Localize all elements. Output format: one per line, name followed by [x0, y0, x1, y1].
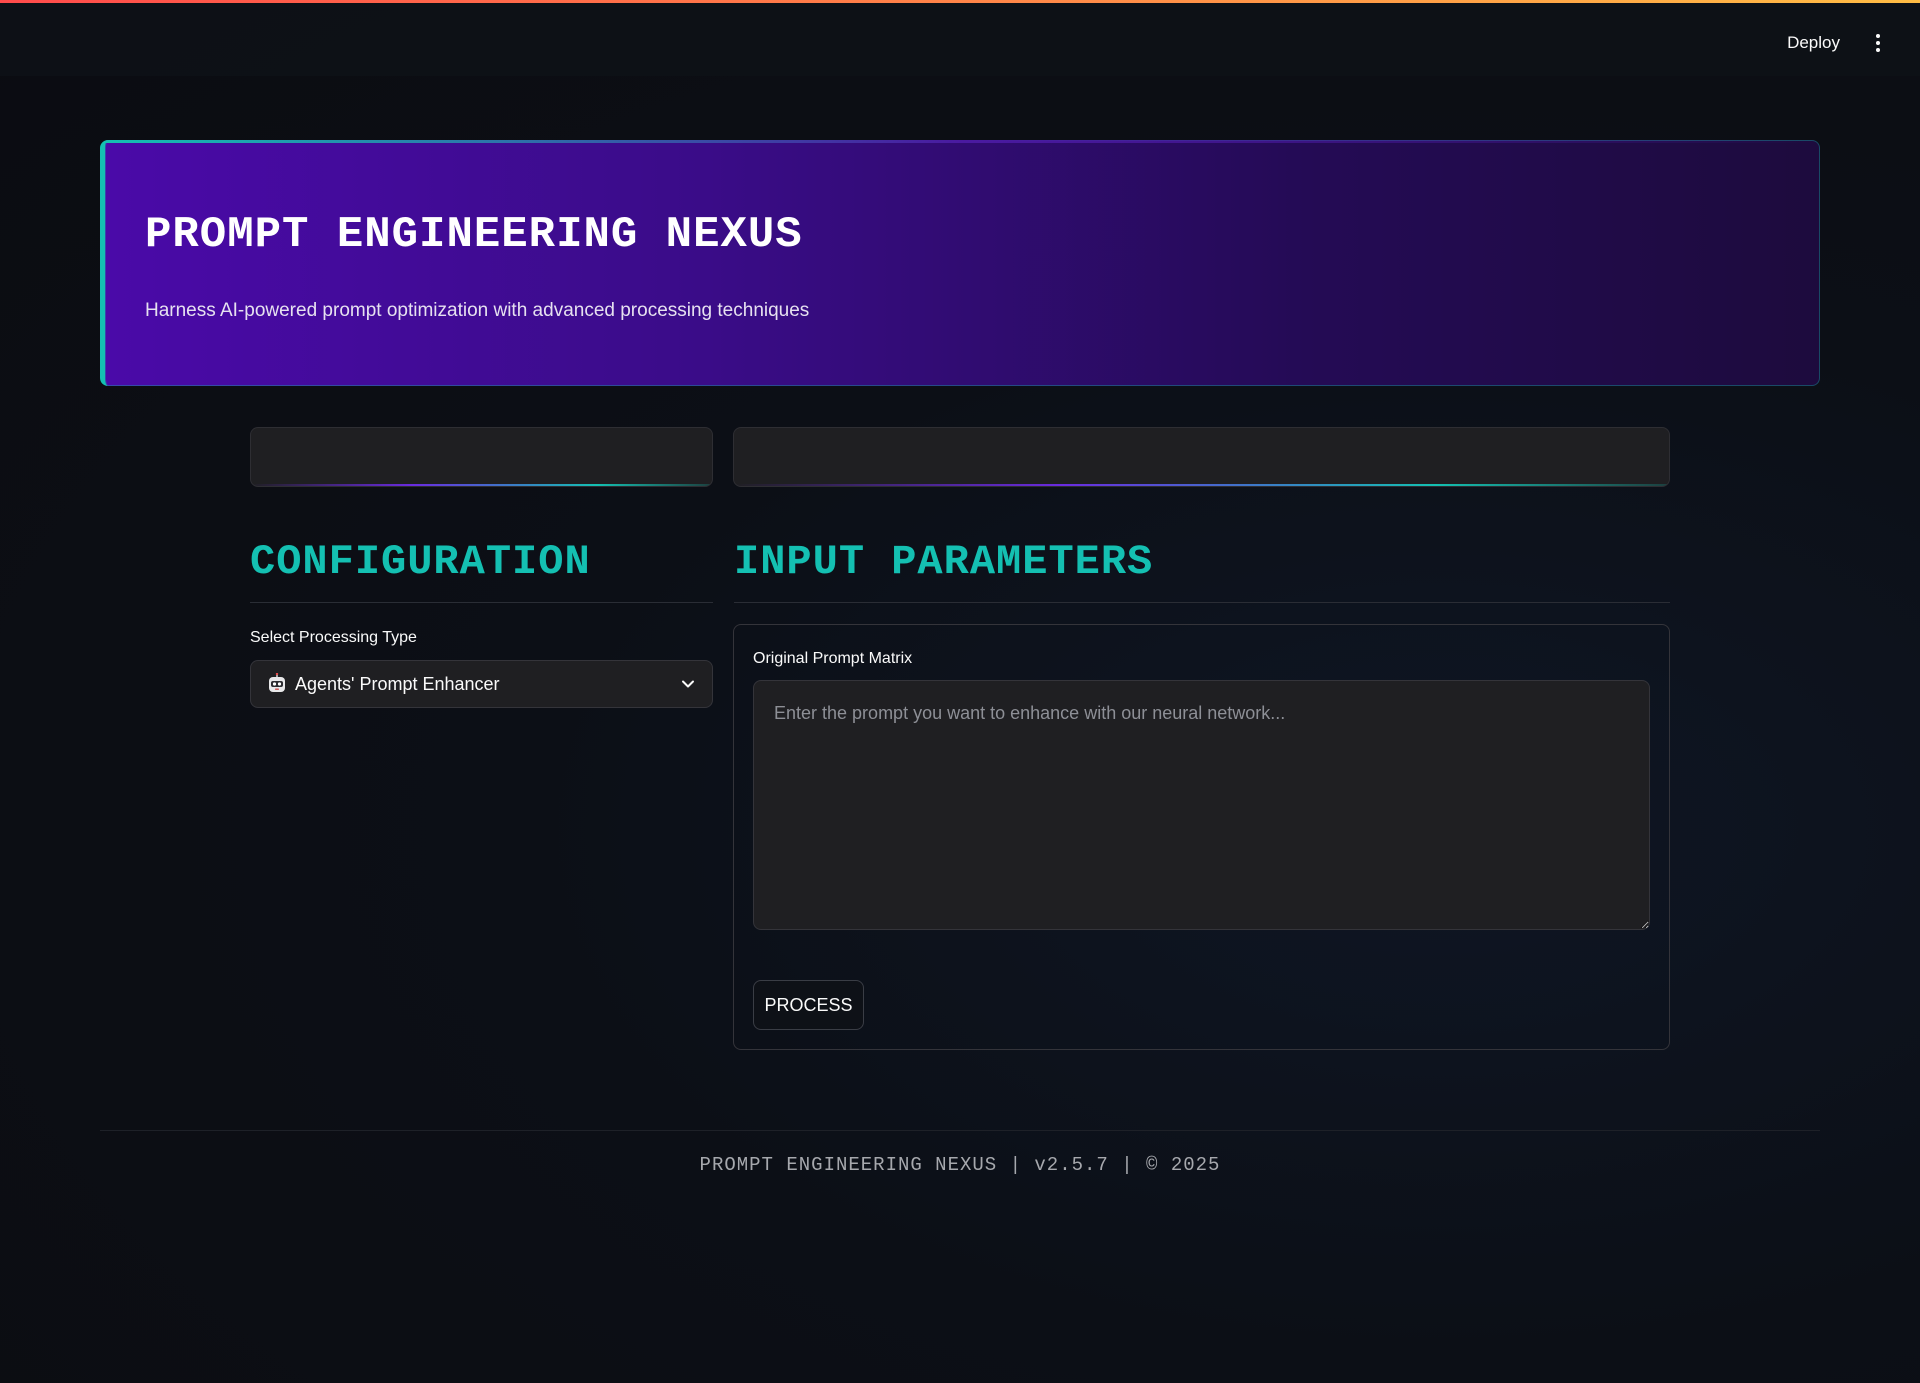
prompt-label: Original Prompt Matrix — [753, 650, 913, 667]
page-title: PROMPT ENGINEERING NEXUS — [145, 210, 803, 260]
status-panel-left — [250, 427, 713, 487]
header-banner: PROMPT ENGINEERING NEXUS Harness AI-powe… — [100, 140, 1820, 386]
prompt-form: Original Prompt Matrix PROCESS — [733, 624, 1670, 1050]
configuration-divider — [250, 602, 713, 603]
app-toolbar: Deploy — [0, 0, 1920, 76]
processing-type-label: Select Processing Type — [250, 629, 417, 646]
input-parameters-divider — [734, 602, 1670, 603]
processing-type-value: Agents' Prompt Enhancer — [295, 674, 500, 694]
robot-face-icon — [269, 673, 285, 692]
processing-type-select[interactable]: Agents' Prompt Enhancer — [250, 660, 713, 708]
deploy-button[interactable]: Deploy — [1787, 33, 1840, 53]
toolbar-accent-line — [0, 0, 1920, 3]
chevron-down-icon — [682, 680, 694, 688]
status-panel-right — [733, 427, 1670, 487]
prompt-textarea[interactable] — [753, 680, 1650, 930]
process-button[interactable]: PROCESS — [753, 980, 864, 1030]
footer-divider — [100, 1130, 1820, 1131]
input-parameters-heading: INPUT PARAMETERS — [734, 538, 1154, 586]
footer-text: PROMPT ENGINEERING NEXUS | v2.5.7 | © 20… — [699, 1154, 1221, 1176]
vertical-ellipsis-icon[interactable] — [1874, 34, 1882, 54]
configuration-heading: CONFIGURATION — [250, 538, 591, 586]
page-subtitle: Harness AI-powered prompt optimization w… — [145, 300, 810, 321]
